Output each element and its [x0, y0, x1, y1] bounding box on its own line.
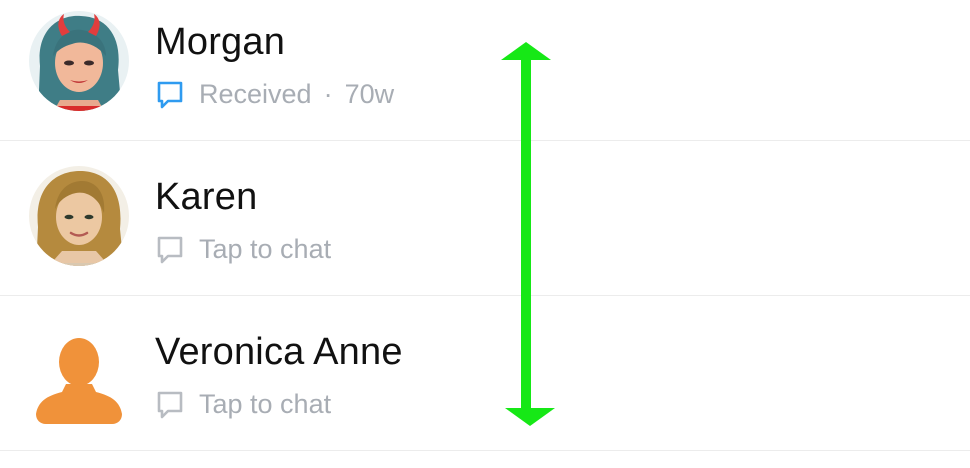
chat-status: Tap to chat	[155, 232, 331, 266]
status-text: Tap to chat	[199, 388, 332, 419]
chat-row-morgan[interactable]: Morgan Received · 70w	[0, 0, 970, 141]
status-text: Received	[199, 78, 312, 109]
bitmoji-avatar-icon[interactable]	[26, 163, 132, 269]
chat-row-veronica-anne[interactable]: Veronica Anne Tap to chat	[0, 296, 970, 451]
status-age: 70w	[344, 78, 395, 109]
contact-name: Veronica Anne	[155, 331, 403, 373]
default-silhouette-avatar-icon[interactable]	[26, 318, 132, 424]
contact-name: Morgan	[155, 21, 286, 63]
bitmoji-avatar-icon[interactable]	[26, 8, 132, 114]
chat-bubble-outline-icon	[155, 389, 185, 419]
double-headed-vertical-arrow-icon	[496, 40, 556, 428]
status-text: Tap to chat	[199, 233, 332, 264]
status-separator: ·	[323, 78, 333, 109]
chat-list: Morgan Received · 70w Karen Tap to chat …	[0, 0, 970, 468]
chat-row-karen[interactable]: Karen Tap to chat	[0, 141, 970, 296]
chat-status: Received · 70w	[155, 77, 394, 111]
chat-bubble-outline-icon	[155, 79, 185, 109]
chat-status: Tap to chat	[155, 387, 331, 421]
contact-name: Karen	[155, 176, 258, 218]
chat-bubble-outline-icon	[155, 234, 185, 264]
